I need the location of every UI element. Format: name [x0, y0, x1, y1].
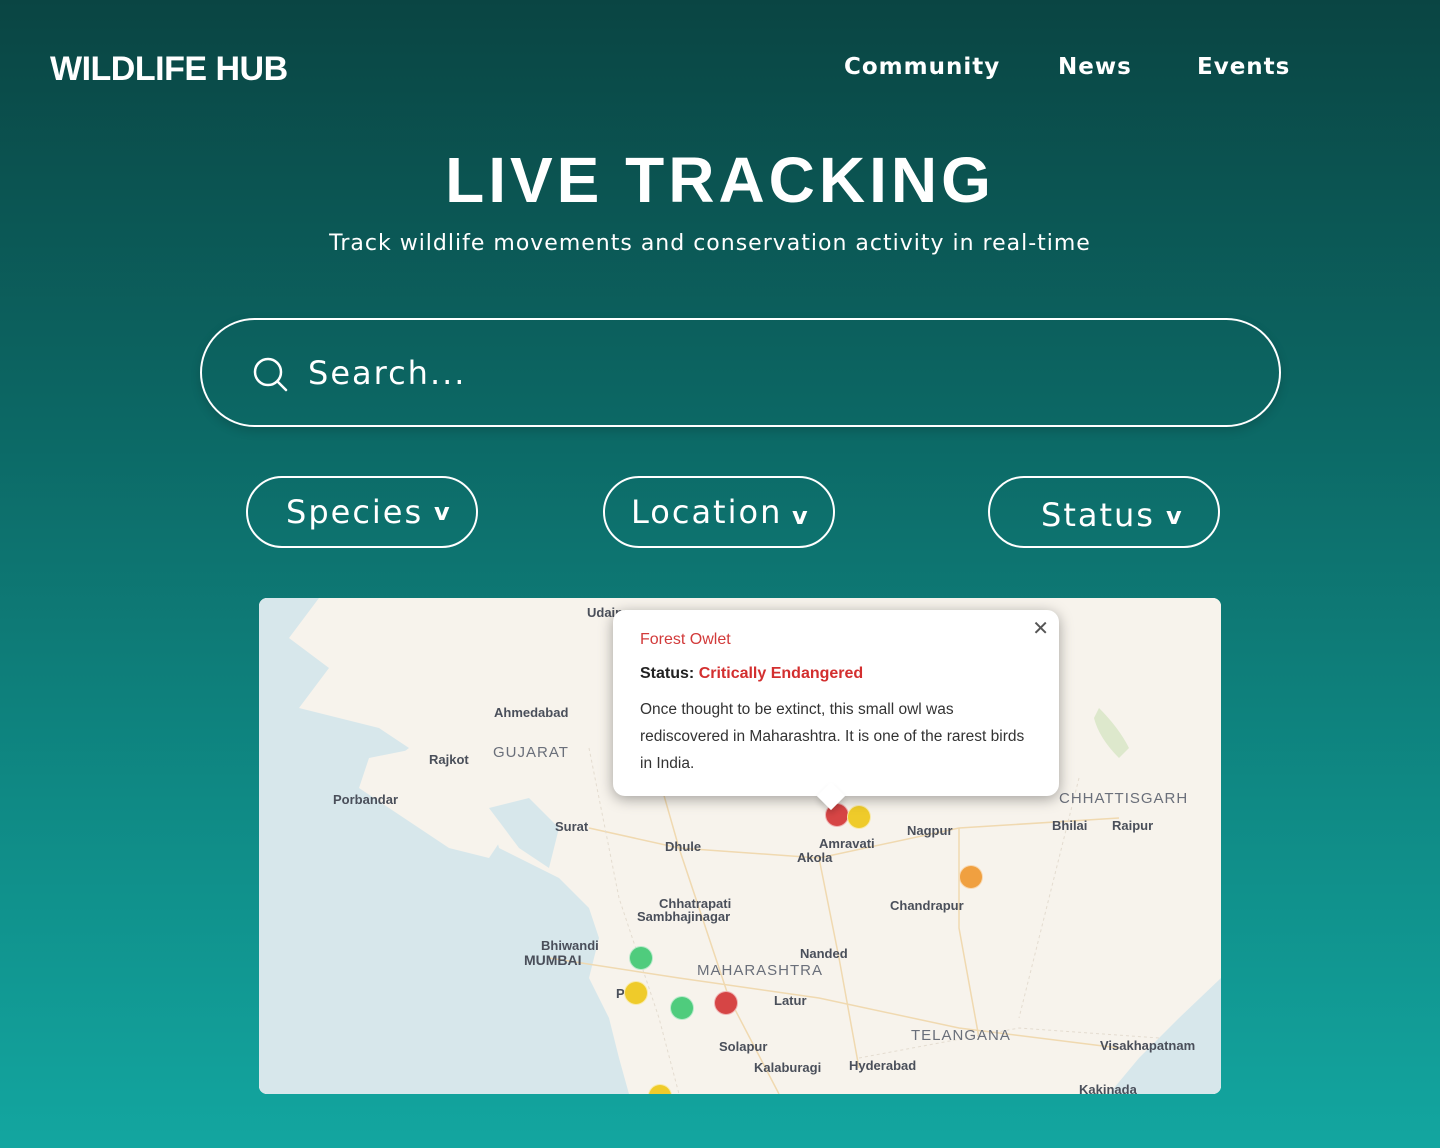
map-region-label: CHHATTISGARH: [1059, 790, 1189, 807]
map-label: Latur: [774, 993, 807, 1008]
popup-description: Once thought to be extinct, this small o…: [640, 701, 1025, 772]
map-label: Nagpur: [907, 823, 953, 838]
top-nav: Community News Events: [0, 54, 1440, 88]
nav-community[interactable]: Community: [844, 54, 1000, 80]
map-label: Nanded: [800, 946, 848, 961]
popup-status-value: Critically Endangered: [698, 665, 864, 682]
map-label: Ahmedabad: [494, 705, 569, 720]
map-region-label: TELANGANA: [911, 1027, 1011, 1044]
tracking-map[interactable]: Udaipur Ahmedabad Rajkot Porbandar Surat…: [259, 598, 1221, 1094]
species-popup: ✕ Forest Owlet Status: Critically Endang…: [613, 610, 1059, 811]
status-filter-label: Status: [1041, 496, 1155, 534]
map-label: Kalaburagi: [754, 1060, 822, 1075]
map-label: Akola: [797, 850, 833, 865]
species-filter[interactable]: Species v: [246, 476, 478, 548]
chevron-down-icon: v: [792, 502, 810, 530]
map-region-label: MAHARASHTRA: [697, 962, 824, 979]
map-marker-stable[interactable]: [670, 996, 694, 1020]
search-input[interactable]: [308, 348, 1208, 398]
chevron-down-icon: v: [434, 498, 452, 526]
map-marker-endangered[interactable]: [959, 865, 983, 889]
page-subtitle: Track wildlife movements and conservatio…: [329, 231, 1091, 256]
map-marker-vulnerable[interactable]: [847, 805, 871, 829]
map-label: Kakinada: [1079, 1082, 1137, 1094]
map-label: Hyderabad: [849, 1058, 917, 1073]
map-label: Chandrapur: [890, 898, 964, 913]
map-label: Amravati: [819, 836, 875, 851]
map-label: Surat: [555, 819, 589, 834]
page-title: LIVE TRACKING: [445, 144, 995, 216]
popup-status-label: Status:: [640, 665, 695, 682]
popup-status: Status: Critically Endangered: [640, 665, 863, 683]
chevron-down-icon: v: [1166, 502, 1184, 530]
map-marker-critical[interactable]: [714, 991, 738, 1015]
search-bar[interactable]: [200, 318, 1281, 427]
map-label: Rajkot: [429, 752, 469, 767]
location-filter-label: Location: [631, 493, 783, 531]
map-label: Raipur: [1112, 818, 1154, 833]
map-region-label: GUJARAT: [493, 744, 569, 761]
nav-news[interactable]: News: [1058, 54, 1132, 80]
map-label: Porbandar: [333, 792, 399, 807]
map-label: MUMBAI: [524, 952, 582, 968]
species-filter-label: Species: [286, 493, 424, 531]
close-icon[interactable]: ✕: [1032, 616, 1049, 641]
map-marker-stable[interactable]: [629, 946, 653, 970]
map-marker-vulnerable[interactable]: [624, 981, 648, 1005]
map-label: Sambhajinagar: [637, 909, 731, 924]
map-label: Solapur: [719, 1039, 768, 1054]
status-filter[interactable]: Status v: [988, 476, 1220, 548]
nav-events[interactable]: Events: [1197, 54, 1290, 80]
map-label: Visakhapatnam: [1100, 1038, 1196, 1053]
search-icon: [250, 354, 290, 394]
map-label: Bhilai: [1052, 818, 1088, 833]
map-label: Dhule: [665, 839, 702, 854]
location-filter[interactable]: Location v: [603, 476, 835, 548]
map-label: Bhiwandi: [541, 938, 599, 953]
popup-species-name: Forest Owlet: [640, 631, 731, 648]
